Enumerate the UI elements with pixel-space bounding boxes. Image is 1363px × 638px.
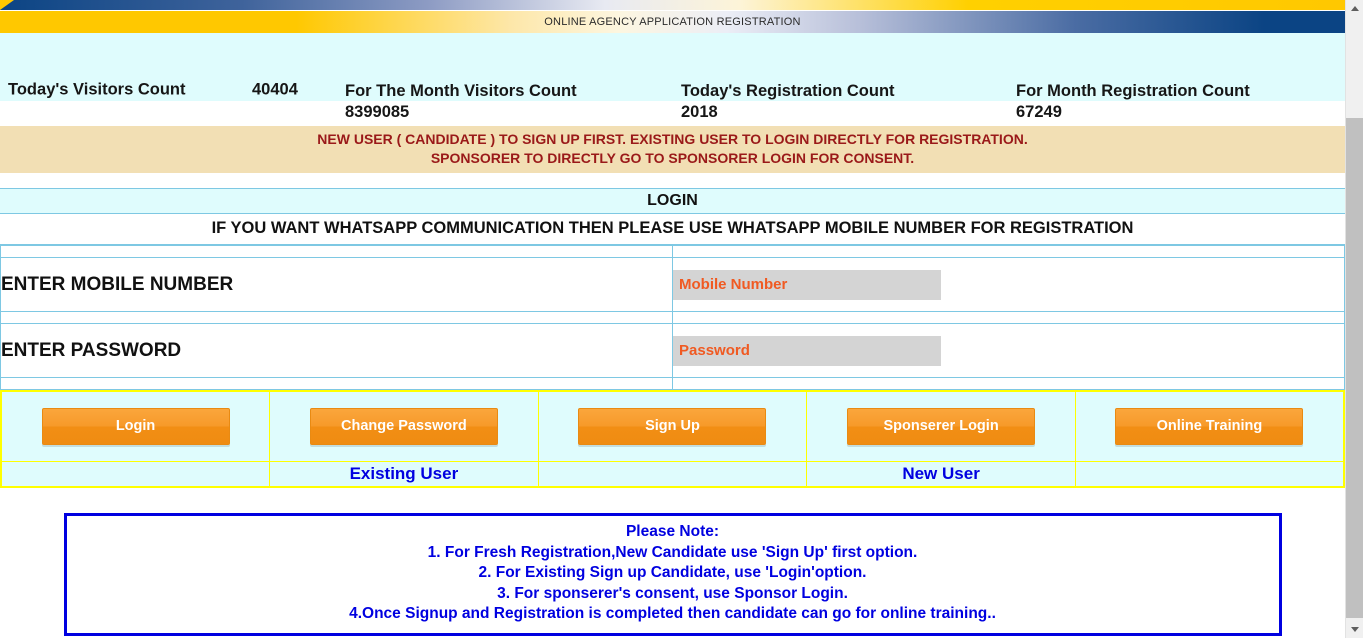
corner-triangle-icon [0, 0, 14, 10]
triangle-down-icon [1350, 627, 1359, 632]
login-section-heading: LOGIN [0, 188, 1345, 214]
mobile-number-row: ENTER MOBILE NUMBER [0, 257, 1345, 312]
form-spacer-cell-left-2 [0, 311, 673, 324]
note-line-3: 3. For sponserer's consent, use Sponsor … [497, 584, 848, 602]
form-spacer-cell-right [672, 245, 1345, 258]
sponserer-login-button-cell: Sponserer Login [806, 390, 1076, 462]
caption-new-user: New User [806, 460, 1076, 488]
password-input-cell [672, 323, 1345, 378]
form-spacer-cell-right-3 [672, 377, 1345, 390]
caption-cell-empty-3 [1074, 460, 1345, 488]
form-spacer-cell-left-3 [0, 377, 673, 390]
mobile-number-input-cell [672, 257, 1345, 312]
scrollbar-thumb[interactable] [1346, 118, 1363, 618]
caption-existing-user: Existing User [269, 460, 539, 488]
page-root: ONLINE AGENCY APPLICATION REGISTRATION T… [0, 0, 1363, 638]
stat-today-registration: Today's Registration Count 2018 [681, 81, 895, 123]
password-input[interactable] [673, 335, 941, 366]
online-training-button-cell: Online Training [1074, 390, 1345, 462]
mobile-number-label: ENTER MOBILE NUMBER [0, 257, 673, 312]
sign-up-button[interactable]: Sign Up [578, 407, 767, 445]
online-training-button[interactable]: Online Training [1115, 407, 1304, 445]
notice-line-2: SPONSORER TO DIRECTLY GO TO SPONSORER LO… [430, 150, 915, 166]
note-line-4: 4.Once Signup and Registration is comple… [349, 605, 996, 622]
login-button-cell: Login [0, 390, 271, 462]
vertical-scrollbar[interactable] [1345, 0, 1363, 638]
triangle-up-icon [1350, 6, 1359, 11]
stat-month-visitors-label: For The Month Visitors Count [345, 82, 577, 100]
form-spacer-cell-right-2 [672, 311, 1345, 324]
whatsapp-communication-note: IF YOU WANT WHATSAPP COMMUNICATION THEN … [0, 214, 1345, 245]
top-decorative-strip [0, 0, 1345, 10]
stat-today-visitors-value: 40404 [252, 80, 298, 99]
visitor-stats-bar: Today's Visitors Count 40404 For The Mon… [0, 33, 1345, 121]
note-line-1: 1. For Fresh Registration,New Candidate … [427, 543, 918, 561]
stat-today-registration-value: 2018 [681, 103, 718, 121]
login-button[interactable]: Login [41, 407, 230, 445]
form-spacer-cell-left [0, 245, 673, 258]
note-line-2: 2. For Existing Sign up Candidate, use '… [478, 564, 867, 581]
change-password-button-cell: Change Password [269, 390, 539, 462]
stat-today-visitors-label: Today's Visitors Count [8, 80, 186, 99]
scrollbar-up-arrow-icon[interactable] [1346, 0, 1363, 17]
password-row: ENTER PASSWORD [0, 323, 1345, 378]
stat-month-registration: For Month Registration Count 67249 [1016, 81, 1250, 123]
page-content: ONLINE AGENCY APPLICATION REGISTRATION T… [0, 0, 1345, 638]
password-label: ENTER PASSWORD [0, 323, 673, 378]
buttons-row: Login Change Password Sign Up Sponserer … [0, 390, 1345, 462]
caption-cell-empty-1 [0, 460, 271, 488]
action-buttons-table: Login Change Password Sign Up Sponserer … [0, 390, 1345, 488]
form-spacer-row-bottom [0, 377, 1345, 390]
spacer-below-notice [0, 173, 1345, 188]
scrollbar-down-arrow-icon[interactable] [1346, 621, 1363, 638]
site-banner: ONLINE AGENCY APPLICATION REGISTRATION [0, 11, 1345, 33]
login-form-table: ENTER MOBILE NUMBER ENTER PASSWORD [0, 245, 1345, 390]
form-spacer-row-mid [0, 311, 1345, 324]
notice-line-1: NEW USER ( CANDIDATE ) TO SIGN UP FIRST.… [317, 131, 1028, 147]
stat-month-registration-value: 67249 [1016, 103, 1062, 121]
sign-up-button-cell: Sign Up [537, 390, 808, 462]
note-box-wrapper: Please Note: 1. For Fresh Registration,N… [0, 488, 1345, 636]
please-note-box: Please Note: 1. For Fresh Registration,N… [63, 513, 1282, 636]
caption-cell-empty-2 [537, 460, 808, 488]
stat-month-registration-label: For Month Registration Count [1016, 82, 1250, 100]
sponserer-login-button[interactable]: Sponserer Login [847, 407, 1036, 445]
stat-month-visitors-value: 8399085 [345, 103, 410, 121]
banner-title: ONLINE AGENCY APPLICATION REGISTRATION [544, 16, 801, 28]
stat-month-visitors: For The Month Visitors Count 8399085 [345, 81, 577, 123]
stat-today-registration-label: Today's Registration Count [681, 82, 895, 100]
captions-row: Existing User New User [0, 460, 1345, 488]
note-title: Please Note: [625, 523, 720, 540]
registration-notice: NEW USER ( CANDIDATE ) TO SIGN UP FIRST.… [0, 126, 1345, 173]
form-spacer-row-top [0, 245, 1345, 258]
change-password-button[interactable]: Change Password [309, 407, 498, 445]
mobile-number-input[interactable] [673, 269, 941, 300]
